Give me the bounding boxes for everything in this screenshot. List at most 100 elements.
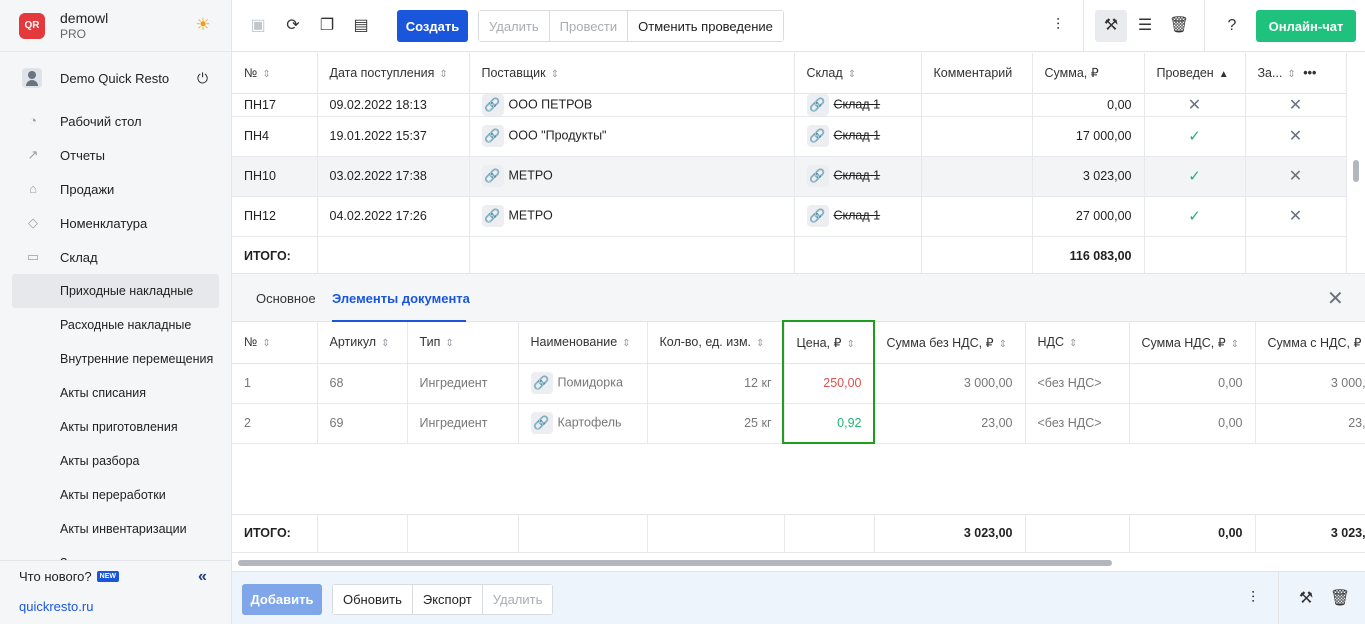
sidebar-subitem-outgoing-invoices[interactable]: Расходные накладные <box>0 308 231 342</box>
theme-toggle-sun-icon[interactable]: ☀ <box>194 16 212 34</box>
sidebar-item-warehouse[interactable]: ▭ Склад <box>0 240 231 274</box>
more-icon: ••• <box>1303 65 1317 80</box>
col-header-num[interactable]: № ⇕ <box>232 53 318 93</box>
sort-icon: ⇕ <box>622 338 631 350</box>
sidebar-item-dashboard[interactable]: ◔ Рабочий стол <box>0 104 231 138</box>
price-cell[interactable]: 0,92 <box>784 403 875 443</box>
help-icon[interactable]: ? <box>1221 15 1243 37</box>
col-header-posted[interactable]: Проведен ▲ <box>1144 53 1246 93</box>
add-button[interactable]: Добавить <box>242 584 322 615</box>
sidebar-nav: ◔ Рабочий стол ↗ Отчеты ⌂ Продажи ◇ Номе… <box>0 104 231 580</box>
table-header-row: № ⇕ Дата поступления ⇕ Поставщик ⇕ Склад ⇕ К… <box>232 53 1347 93</box>
sidebar-item-reports[interactable]: ↗ Отчеты <box>0 138 231 172</box>
sort-icon: ⇕ <box>1230 338 1240 350</box>
sidebar-subitem-processing-acts[interactable]: Акты переработки <box>0 478 231 512</box>
col-header-date[interactable]: Дата поступления ⇕ <box>317 53 470 93</box>
col-header-comment[interactable]: Комментарий <box>921 53 1033 93</box>
refresh-button[interactable]: Обновить <box>333 585 413 614</box>
sidebar-item-nomenclature[interactable]: ◇ Номенклатура <box>0 206 231 240</box>
col-header-num[interactable]: № ⇕ <box>232 322 318 363</box>
sort-icon: ⇕ <box>1069 338 1078 350</box>
list-icon[interactable]: ☰ <box>1134 15 1156 37</box>
sort-icon: ⇕ <box>998 338 1007 350</box>
sidebar-subitem-disassembly-acts[interactable]: Акты разбора <box>0 444 231 478</box>
copy-icon[interactable]: ❐ <box>316 15 338 37</box>
cross-icon: ✕ <box>1245 116 1347 156</box>
table-row-selected[interactable]: ПН10 03.02.2022 17:38 🔗 МЕТРО 🔗 Склад 1 3 … <box>232 156 1347 196</box>
table-row[interactable]: 2 69 Ингредиент 🔗 Картофель 25 кг 0,92 23… <box>232 403 1365 443</box>
document-elements-table: № ⇕ Артикул ⇕ Тип ⇕ Наименование ⇕ Кол-во, е… <box>232 322 1365 555</box>
link-icon: 🔗 <box>481 165 504 187</box>
sync-icon[interactable]: ⟳ <box>282 15 304 37</box>
col-header-extra[interactable]: За... ⇕ ••• <box>1245 53 1347 93</box>
sort-icon: ⇕ <box>847 68 857 80</box>
sidebar-item-label: Отчеты <box>60 147 105 163</box>
whats-new[interactable]: Что нового? NEW « <box>0 560 231 592</box>
col-header-supplier[interactable]: Поставщик ⇕ <box>469 53 795 93</box>
site-link[interactable]: quickresto.ru <box>19 599 93 614</box>
link-icon: 🔗 <box>481 205 504 227</box>
table-row[interactable]: ПН4 19.01.2022 15:37 🔗 ООО "Продукты" 🔗 Ск… <box>232 116 1347 156</box>
dashboard-icon: ◔ <box>29 113 37 128</box>
col-header-article[interactable]: Артикул ⇕ <box>317 322 408 363</box>
tools-icon[interactable]: ⚒ <box>1295 588 1317 610</box>
horizontal-scrollbar[interactable] <box>238 560 1112 566</box>
delete-button[interactable]: Удалить <box>479 11 550 41</box>
save-icon[interactable]: ▣ <box>247 15 269 37</box>
bottom-toolbar: Добавить Обновить Экспорт Удалить ⫶ ⚒ 🗑 <box>232 571 1365 624</box>
user-profile[interactable]: Demo Quick Resto ⏻ <box>0 60 231 96</box>
close-icon[interactable]: ✕ <box>1327 286 1344 311</box>
col-header-vat[interactable]: НДС ⇕ <box>1025 322 1130 363</box>
sidebar-subitem-cooking-acts[interactable]: Акты приготовления <box>0 410 231 444</box>
brand-plan: PRO <box>60 27 87 41</box>
col-header-sum-with-vat[interactable]: Сумма с НДС, ₽⇕ <box>1255 322 1365 363</box>
delete-button[interactable]: Удалить <box>482 585 553 614</box>
avatar <box>22 68 42 88</box>
filter-settings-icon[interactable]: ⫶ <box>1242 588 1264 610</box>
col-header-price[interactable]: Цена, ₽ ⇕ <box>784 322 875 363</box>
brand-header: QR demowl PRO ☀ <box>0 0 231 52</box>
toolbar-divider <box>1083 0 1084 52</box>
tab-document-elements[interactable]: Элементы документа <box>332 291 470 306</box>
col-header-warehouse[interactable]: Склад ⇕ <box>794 53 922 93</box>
sort-icon: ⇕ <box>439 68 448 80</box>
sort-icon: ⇕ <box>846 338 855 350</box>
cancel-post-button[interactable]: Отменить проведение <box>628 11 783 41</box>
trash-icon[interactable]: 🗑 <box>1168 15 1190 37</box>
table-row[interactable]: ПН12 04.02.2022 17:26 🔗 МЕТРО 🔗 Склад 1 27… <box>232 196 1347 236</box>
create-button[interactable]: Создать <box>397 10 468 42</box>
posted-check-icon: ✓ <box>1144 116 1246 156</box>
col-header-qty[interactable]: Кол-во, ед. изм. ⇕ <box>647 322 785 363</box>
link-icon: 🔗 <box>481 125 504 147</box>
col-header-vat-sum[interactable]: Сумма НДС, ₽ ⇕ <box>1129 322 1256 363</box>
trash-icon[interactable]: 🗑 <box>1329 588 1351 610</box>
col-header-name[interactable]: Наименование ⇕ <box>518 322 648 363</box>
tag-icon: ◇ <box>28 215 38 230</box>
app-logo: QR <box>19 12 45 39</box>
export-button[interactable]: Экспорт <box>412 585 483 614</box>
col-header-sum-no-vat[interactable]: Сумма без НДС, ₽ ⇕ <box>874 322 1026 363</box>
filter-settings-icon[interactable]: ⫶ <box>1047 15 1069 37</box>
col-header-type[interactable]: Тип ⇕ <box>407 322 519 363</box>
table-row[interactable]: ПН17 09.02.2022 18:13 🔗 ООО ПЕТРОВ 🔗 Склад… <box>232 93 1347 116</box>
online-chat-button[interactable]: Онлайн-чат <box>1256 10 1356 42</box>
posted-check-icon: ✓ <box>1144 156 1246 196</box>
inbox-icon[interactable]: ▤ <box>350 15 372 37</box>
sidebar-subitem-incoming-invoices[interactable]: Приходные накладные <box>12 274 219 308</box>
sidebar-item-sales[interactable]: ⌂ Продажи <box>0 172 231 206</box>
brand-name: demowl <box>60 10 109 26</box>
logout-power-icon[interactable]: ⏻ <box>197 70 208 87</box>
post-button[interactable]: Провести <box>549 11 629 41</box>
sort-icon: ⇕ <box>445 338 454 350</box>
sidebar-item-label: Рабочий стол <box>60 113 142 129</box>
sidebar-subitem-inventory-acts[interactable]: Акты инвентаризации <box>0 512 231 546</box>
vertical-scrollbar[interactable] <box>1353 160 1359 182</box>
sidebar-subitem-internal-transfers[interactable]: Внутренние перемещения <box>0 342 231 376</box>
sidebar-subitem-writeoff-acts[interactable]: Акты списания <box>0 376 231 410</box>
table-row[interactable]: 1 68 Ингредиент 🔗 Помидорка 12 кг 250,00 … <box>232 363 1365 403</box>
tab-main[interactable]: Основное <box>256 291 316 306</box>
col-header-sum[interactable]: Сумма, ₽ <box>1032 53 1145 93</box>
collapse-sidebar-icon[interactable]: « <box>198 568 207 586</box>
price-cell[interactable]: 250,00 <box>784 363 875 403</box>
tools-icon[interactable]: ⚒ <box>1100 15 1122 37</box>
